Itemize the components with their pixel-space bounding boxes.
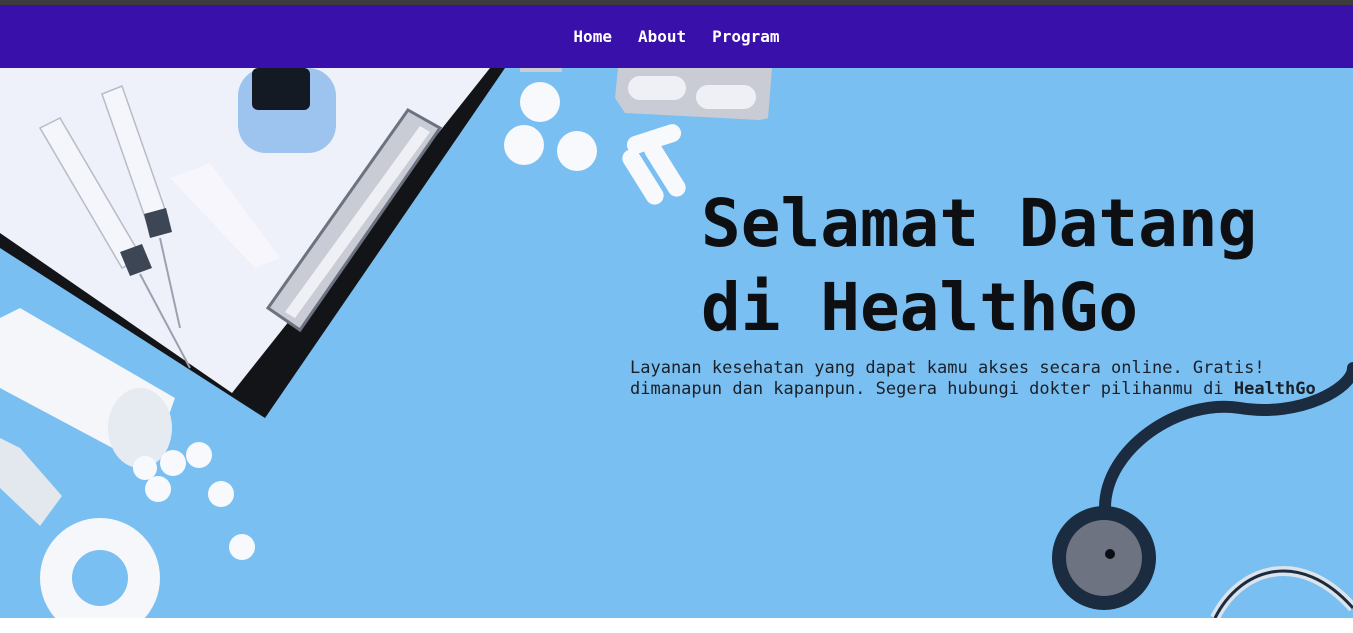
nav-home-link[interactable]: Home [573, 27, 612, 46]
navbar: Home About Program [0, 5, 1353, 68]
hero-title-line-1: Selamat Datang [701, 185, 1258, 262]
stethoscope-image [1052, 362, 1353, 618]
thermometer-device-image [0, 438, 62, 526]
hero-description-line-2-text: dimanapun dan kapanpun. Segera hubungi d… [630, 379, 1234, 399]
tape-roll-image [40, 518, 160, 618]
hero-description-line-2: dimanapun dan kapanpun. Segera hubungi d… [630, 379, 1350, 400]
hero-brand-name: HealthGo [1233, 379, 1316, 399]
page-bottom-strip [0, 618, 1353, 633]
hero-description-line-1: Layanan kesehatan yang dapat kamu akses … [630, 358, 1265, 378]
nav-program-link[interactable]: Program [712, 27, 779, 46]
hero-section: Selamat Datang di HealthGo Layanan keseh… [0, 68, 1353, 618]
nav-about-link[interactable]: About [638, 27, 686, 46]
capsule-pills-image [622, 124, 686, 205]
hero-description: Layanan kesehatan yang dapat kamu akses … [630, 358, 1350, 400]
hero-title: Selamat Datang di HealthGo [701, 182, 1341, 350]
pulse-oximeter-image [238, 68, 336, 153]
hero-title-line-2: di HealthGo [701, 269, 1139, 346]
